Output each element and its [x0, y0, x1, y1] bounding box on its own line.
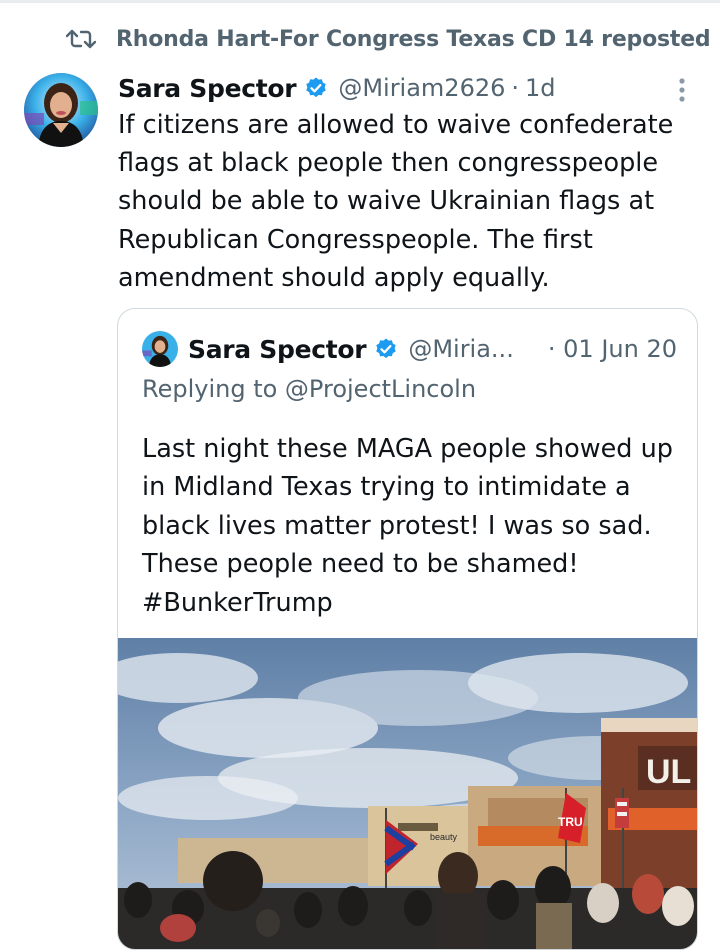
quote-tweet-card[interactable]: Sara Spector @Miria... · 01 Jun 20 Reply…: [117, 308, 698, 950]
quote-text-line: These people need to be shamed!: [142, 549, 579, 580]
more-options-icon[interactable]: [670, 76, 694, 104]
tweet-photo[interactable]: UL beauty TRU: [118, 638, 697, 949]
repost-label[interactable]: Rhonda Hart-For Congress Texas CD 14 rep…: [116, 27, 711, 52]
flag-text: TRU: [558, 815, 583, 829]
quote-avatar: [142, 331, 178, 367]
avatar[interactable]: [24, 73, 98, 147]
repost-icon: [66, 27, 100, 51]
separator: ·: [511, 74, 520, 102]
handle[interactable]: @Miriam2626: [338, 74, 505, 102]
quote-handle: @Miria...: [408, 335, 514, 363]
display-name[interactable]: Sara Spector: [118, 74, 297, 103]
top-divider: [0, 0, 720, 3]
store-sign-text: UL: [646, 753, 691, 791]
verified-badge-icon: [304, 76, 328, 100]
quote-text-line[interactable]: #BunkerTrump: [142, 584, 682, 622]
quote-text-line: black lives matter protest! I was so sad…: [142, 510, 652, 541]
replying-to: Replying to @ProjectLincoln: [142, 375, 477, 403]
tweet-header: Sara Spector @Miriam2626 · 1d: [118, 70, 556, 106]
store-sign: UL: [638, 746, 697, 791]
quote-text-line: in Midland Texas trying to intimidate a: [142, 472, 631, 503]
quote-text: Last night these MAGA people showed up i…: [142, 430, 682, 622]
quote-text-line: Last night these MAGA people showed up: [142, 434, 673, 464]
verified-badge-icon: [374, 337, 398, 361]
quote-display-name: Sara Spector: [188, 334, 367, 364]
small-sign-text: beauty: [430, 832, 458, 842]
quote-header: Sara Spector @Miria... · 01 Jun 20: [142, 329, 677, 369]
repost-indicator[interactable]: Rhonda Hart-For Congress Texas CD 14 rep…: [66, 24, 711, 54]
tweet-text: If citizens are allowed to waive confede…: [118, 110, 674, 293]
quote-timestamp: · 01 Jun 20: [547, 335, 677, 363]
timestamp[interactable]: 1d: [525, 74, 556, 102]
